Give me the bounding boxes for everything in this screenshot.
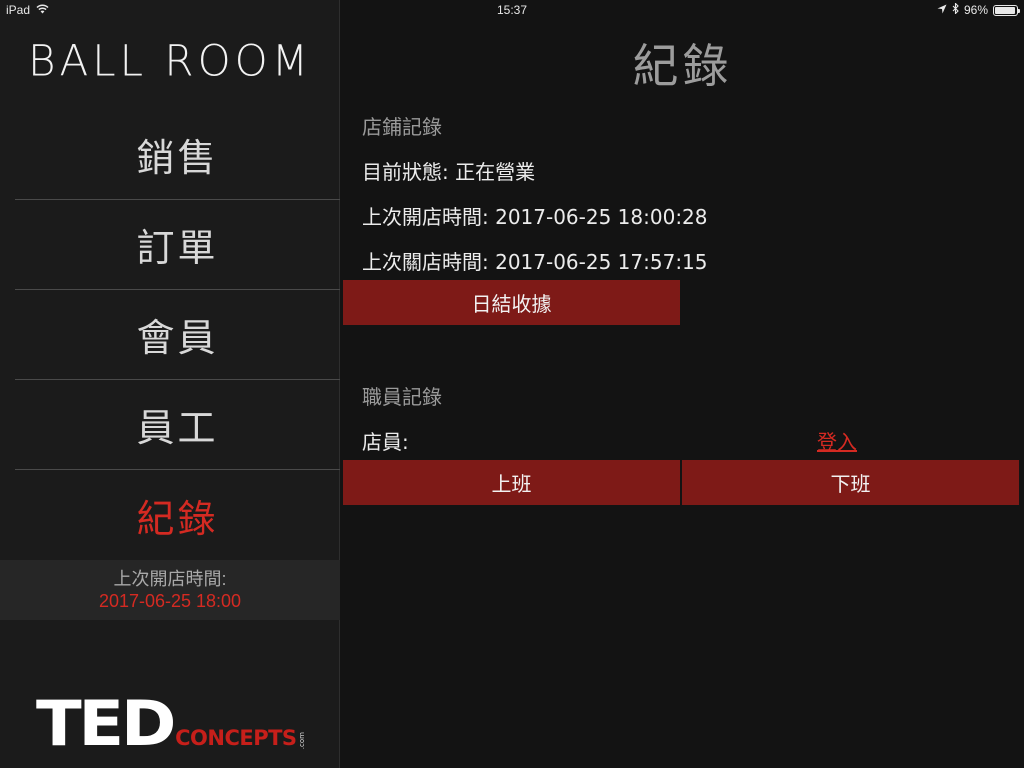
status-time: 15:37 (496, 3, 528, 17)
bluetooth-icon (952, 2, 959, 17)
battery-icon (993, 4, 1020, 16)
logo-concepts-text: CONCEPTS (175, 726, 297, 750)
sidebar-nav: 銷售 訂單 會員 員工 紀錄 (15, 110, 340, 560)
location-arrow-icon (937, 3, 947, 17)
store-status: 目前狀態: 正在營業 (362, 160, 536, 184)
battery-level (995, 6, 1016, 14)
last-open-panel: 上次開店時間: 2017-06-25 18:00 (0, 560, 340, 620)
logo-ted-text: TED (36, 687, 177, 760)
brand-logo: BALL ROOM (28, 35, 312, 86)
last-close-time: 上次關店時間: 2017-06-25 17:57:15 (362, 250, 708, 274)
sidebar-item-orders[interactable]: 訂單 (15, 200, 340, 290)
last-open-label: 上次開店時間: (113, 569, 227, 589)
login-link[interactable]: 登入 (817, 426, 857, 455)
staff-records-heading: 職員記錄 (362, 385, 442, 409)
ted-concepts-logo: TED CONCEPTS .com (36, 687, 306, 760)
clock-out-button[interactable]: 下班 (682, 460, 1019, 505)
daily-receipt-button[interactable]: 日結收據 (343, 280, 680, 325)
sidebar-item-staff[interactable]: 員工 (15, 380, 340, 470)
status-bar: iPad 15:37 96% (0, 0, 1024, 20)
page-title: 紀錄 (632, 39, 733, 93)
logo-com-text: .com (297, 731, 306, 749)
last-open-value: 2017-06-25 18:00 (98, 591, 242, 611)
main-panel: 紀錄 店鋪記錄 目前狀態: 正在營業 上次開店時間: 2017-06-25 18… (341, 0, 1024, 768)
sidebar-item-members[interactable]: 會員 (15, 290, 340, 380)
clock-in-button[interactable]: 上班 (343, 460, 680, 505)
status-right: 96% (937, 2, 1020, 17)
staff-label: 店員: (362, 430, 409, 454)
sidebar-item-records[interactable]: 紀錄 (15, 470, 340, 560)
sidebar: BALL ROOM 銷售 訂單 會員 員工 紀錄 上次開店時間: 2017-06… (0, 0, 340, 768)
last-open-time: 上次開店時間: 2017-06-25 18:00:28 (362, 205, 708, 229)
sidebar-item-sales[interactable]: 銷售 (15, 110, 340, 200)
store-records-heading: 店鋪記錄 (362, 115, 442, 139)
battery-percent: 96% (963, 3, 988, 17)
